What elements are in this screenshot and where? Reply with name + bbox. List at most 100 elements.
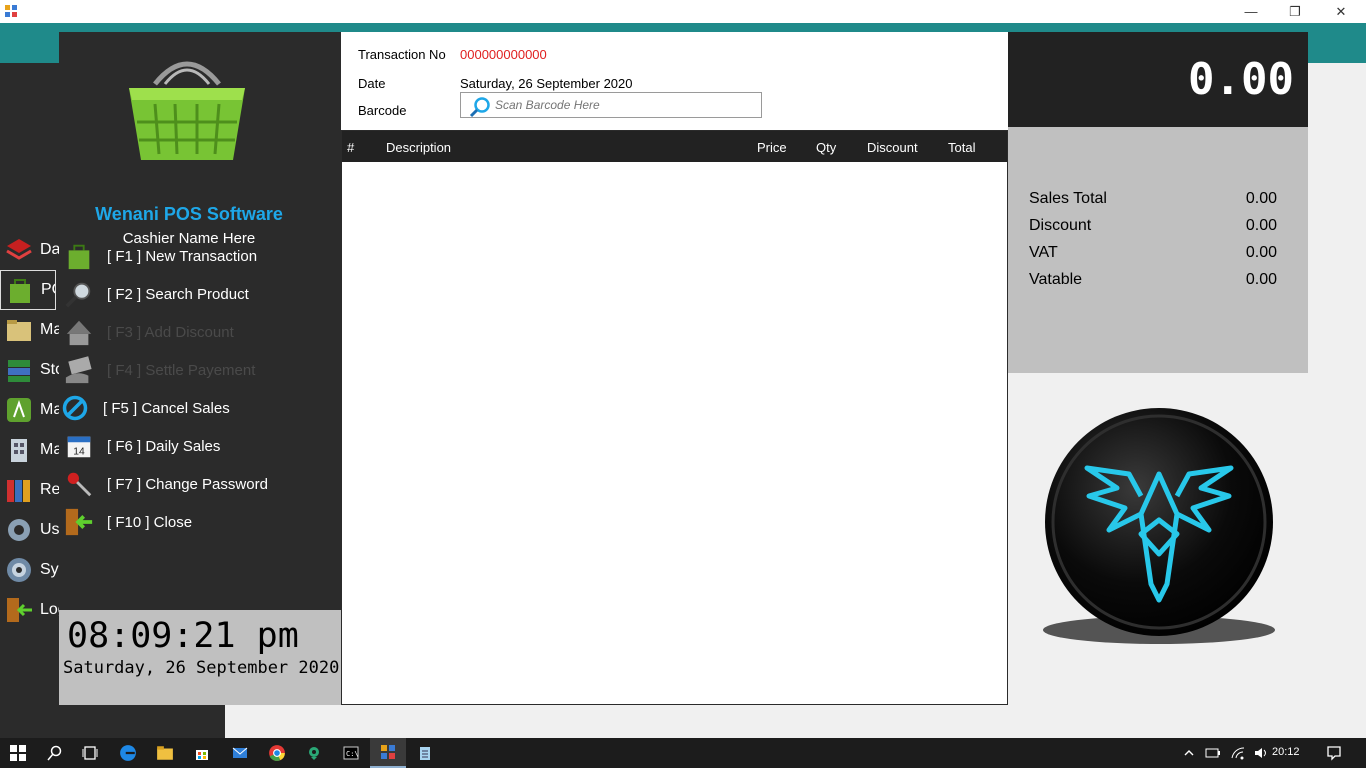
close-pos-button[interactable]: [ F10 ] Close — [63, 504, 333, 540]
total-amount: 0.00 — [1188, 54, 1294, 105]
file-explorer-icon[interactable] — [147, 738, 183, 768]
change-password-button[interactable]: [ F7 ] Change Password — [63, 466, 333, 502]
store-icon[interactable] — [184, 738, 220, 768]
date-label: Date — [358, 76, 386, 91]
column-header-description[interactable]: Description — [386, 140, 451, 155]
terminal-icon[interactable]: C:\ — [333, 738, 369, 768]
sidebar-item-manage-store[interactable]: Manage — [4, 430, 60, 470]
new-transaction-button[interactable]: [ F1 ] New Transaction — [63, 238, 333, 274]
shopping-basket-logo — [129, 61, 245, 160]
date-value: Saturday, 26 September 2020 — [460, 76, 633, 91]
summary-row-vatable: Vatable 0.00 — [1029, 271, 1277, 289]
search-icon[interactable] — [37, 738, 73, 768]
sidebar-item-stock[interactable]: Stock — [4, 350, 60, 390]
pos-menu-panel: Wenani POS Software Cashier Name Here [ … — [59, 32, 341, 705]
app-icon — [7, 398, 31, 422]
barcode-input[interactable] — [495, 95, 755, 115]
pos-app-icon[interactable] — [370, 738, 406, 768]
barcode-field[interactable] — [460, 92, 762, 118]
notepad-icon[interactable] — [407, 738, 443, 768]
edge-icon[interactable] — [110, 738, 146, 768]
summary-row-discount: Discount 0.00 — [1029, 217, 1277, 235]
price-tag-hanger-icon — [63, 316, 95, 348]
minimize-button[interactable]: — — [1228, 0, 1274, 23]
close-button[interactable]: ✕ — [1318, 0, 1364, 23]
daily-sales-button[interactable]: 14 [ F6 ] Daily Sales — [63, 428, 333, 464]
sidebar-item-label: Manage — [40, 321, 60, 338]
background-panel — [225, 705, 1366, 738]
sidebar-item-label: Logout — [40, 601, 60, 618]
layers-icon — [6, 239, 32, 260]
cart-table-header: # Description Price Qty Discount Total — [342, 131, 1007, 162]
totals-panel: 0.00 Sales Total 0.00 Discount 0.00 VAT … — [1008, 32, 1308, 705]
column-header-discount[interactable]: Discount — [867, 140, 918, 155]
column-header-number[interactable]: # — [347, 140, 354, 155]
sidebar-item-label: Manage — [40, 401, 60, 418]
exit-door-icon — [7, 598, 32, 622]
summary-value: 0.00 — [1245, 244, 1277, 261]
sidebar-item-manage[interactable]: Manage — [4, 310, 60, 350]
gear-icon — [8, 519, 30, 541]
column-header-price[interactable]: Price — [757, 140, 787, 155]
menu-label: [ F10 ] Close — [107, 513, 193, 531]
menu-label: [ F7 ] Change Password — [107, 475, 268, 493]
sidebar-item-users[interactable]: Users — [4, 510, 60, 550]
mail-icon[interactable] — [222, 738, 258, 768]
clock-time: 08:09:21 pm — [67, 616, 299, 656]
restore-button[interactable]: ❐ — [1272, 0, 1318, 23]
clock-date: Saturday, 26 September 2020 — [63, 658, 340, 678]
summary-label: Discount — [1029, 217, 1092, 234]
summary-label: Vatable — [1029, 271, 1083, 288]
shopping-bag-icon — [63, 240, 95, 272]
volume-icon[interactable] — [1248, 738, 1274, 768]
sidebar-item-label: POS — [41, 281, 55, 298]
key-icon — [63, 468, 95, 500]
main-sidebar: Dashboard POS Manage Stock Manage Manage… — [0, 63, 60, 705]
sidebar-item-manage-apps[interactable]: Manage — [4, 390, 60, 430]
taskbar-clock[interactable]: 20:12 — [1272, 746, 1300, 758]
task-view-icon[interactable] — [72, 738, 108, 768]
search-product-button[interactable]: [ F2 ] Search Product — [63, 276, 333, 312]
sales-summary: Sales Total 0.00 Discount 0.00 VAT 0.00 … — [1008, 127, 1308, 373]
summary-value: 0.00 — [1245, 217, 1277, 234]
barcode-label: Barcode — [358, 103, 407, 118]
svg-text:C:\: C:\ — [346, 750, 359, 758]
sidebar-item-system[interactable]: System — [4, 550, 60, 590]
maps-icon[interactable] — [296, 738, 332, 768]
battery-icon[interactable] — [1200, 738, 1226, 768]
summary-label: Sales Total — [1029, 190, 1107, 207]
taskbar: C:\ 20:12 — [0, 738, 1366, 768]
summary-label: VAT — [1029, 244, 1058, 261]
sidebar-item-pos[interactable]: POS — [0, 270, 56, 310]
no-entry-icon — [59, 392, 91, 424]
menu-label: [ F1 ] New Transaction — [107, 247, 258, 265]
total-display: 0.00 — [1008, 32, 1308, 127]
sidebar-item-reports[interactable]: Reports — [4, 470, 60, 510]
cash-hand-icon — [63, 354, 95, 386]
sidebar-item-logout[interactable]: Logout — [4, 590, 60, 630]
transaction-no-label: Transaction No — [358, 47, 446, 62]
menu-label: [ F2 ] Search Product — [107, 285, 249, 303]
sidebar-item-dashboard[interactable]: Dashboard — [4, 230, 60, 270]
sidebar-item-label: Stock — [40, 361, 60, 378]
add-discount-button[interactable]: [ F3 ] Add Discount — [63, 314, 333, 350]
sidebar-item-label: System — [40, 561, 60, 578]
sidebar-item-label: Reports — [40, 481, 60, 498]
cart-table[interactable]: # Description Price Qty Discount Total — [341, 130, 1008, 705]
calendar-icon: 14 — [63, 430, 95, 462]
window-titlebar: — ❐ ✕ — [0, 0, 1366, 23]
summary-row-sales-total: Sales Total 0.00 — [1029, 190, 1277, 208]
building-icon — [11, 439, 27, 462]
column-header-total[interactable]: Total — [948, 140, 975, 155]
clock-panel: 08:09:21 pm Saturday, 26 September 2020 — [59, 610, 341, 705]
chrome-icon[interactable] — [259, 738, 295, 768]
column-header-qty[interactable]: Qty — [816, 140, 836, 155]
cancel-sales-button[interactable]: [ F5 ] Cancel Sales — [59, 390, 329, 426]
menu-label: [ F5 ] Cancel Sales — [103, 399, 230, 417]
windows-start-icon[interactable] — [0, 738, 36, 768]
notification-icon[interactable] — [1318, 738, 1350, 768]
settle-payment-button[interactable]: [ F4 ] Settle Payement — [63, 352, 333, 388]
folder-icon — [7, 320, 31, 341]
sidebar-item-label: Users — [40, 521, 60, 538]
transaction-no-value: 000000000000 — [460, 47, 547, 62]
